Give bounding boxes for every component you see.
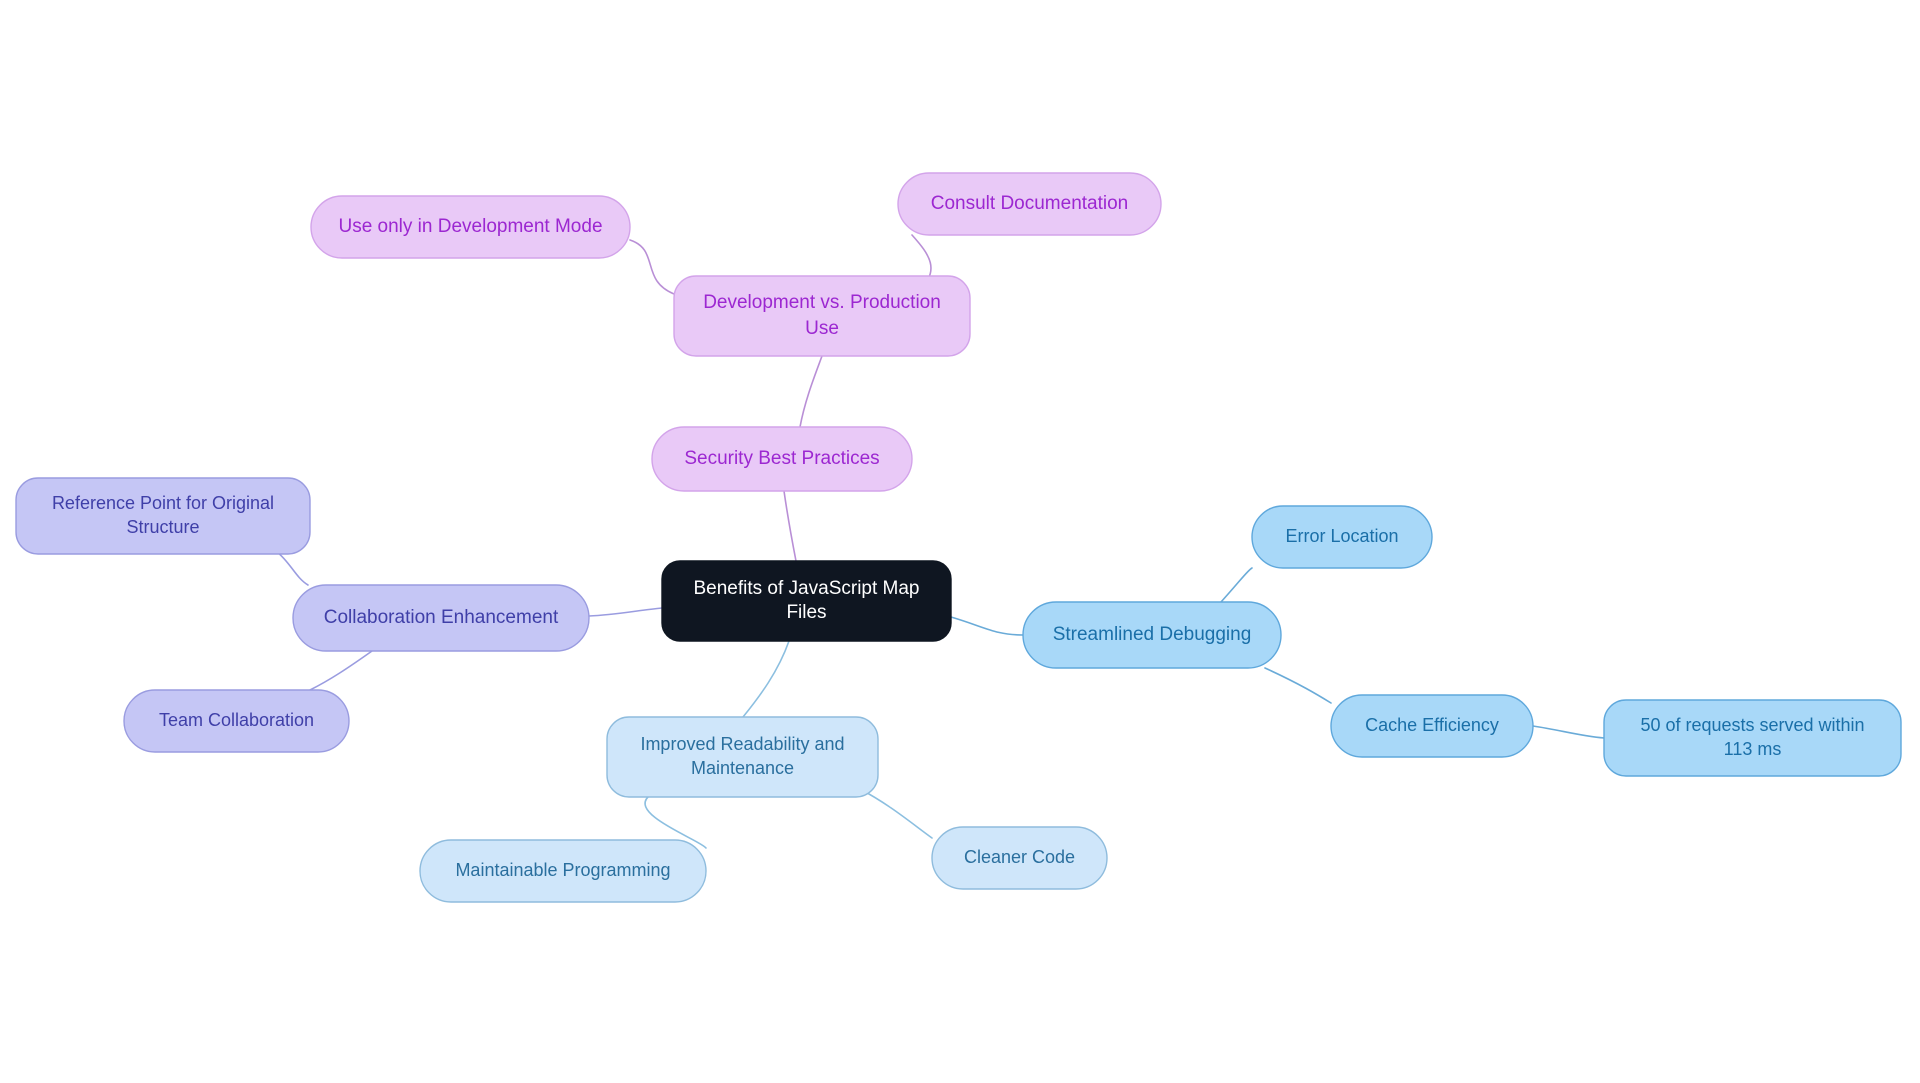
mindmap-node-root[interactable]: Benefits of JavaScript Map Files [661, 560, 952, 642]
node-label-line: Use only in Development Mode [338, 216, 602, 237]
mindmap-edge [1264, 667, 1332, 704]
node-label: Collaboration Enhancement [324, 607, 559, 628]
node-label-line: Cache Efficiency [1365, 715, 1499, 735]
node-label: Security Best Practices [684, 448, 879, 469]
mindmap-node-maintainable-programming[interactable]: Maintainable Programming [419, 839, 707, 903]
node-label-line: 113 ms [1724, 739, 1782, 759]
node-label: Streamlined Debugging [1053, 624, 1252, 645]
node-layer: Benefits of JavaScript Map Files Streamlin… [15, 172, 1902, 903]
node-label: Consult Documentation [931, 193, 1129, 214]
mindmap-node-dev-mode-only[interactable]: Use only in Development Mode [310, 195, 631, 259]
node-label-line: Cleaner Code [964, 847, 1075, 867]
node-label: Cleaner Code [964, 847, 1075, 867]
mindmap-node-streamlined-debugging[interactable]: Streamlined Debugging [1022, 601, 1282, 669]
mindmap-edge [1220, 567, 1253, 603]
mindmap-node-consult-documentation[interactable]: Consult Documentation [897, 172, 1162, 236]
mindmap-node-improved-readability[interactable]: Improved Readability and Maintenance [606, 716, 879, 798]
mindmap-node-error-location[interactable]: Error Location [1251, 505, 1433, 569]
node-label: Error Location [1285, 526, 1398, 546]
mindmap-node-team-collaboration[interactable]: Team Collaboration [123, 689, 350, 753]
mindmap-edge [950, 616, 1024, 636]
node-label-line: Development vs. Production [703, 292, 941, 313]
node-label-line: Files [786, 602, 826, 623]
node-shape[interactable] [661, 560, 952, 642]
node-label-line: Structure [126, 517, 199, 537]
mindmap-node-cleaner-code[interactable]: Cleaner Code [931, 826, 1108, 890]
node-label-line: Maintainable Programming [455, 860, 670, 880]
node-label-line: 50 of requests served within [1640, 715, 1864, 735]
node-label-line: Improved Readability and [640, 734, 844, 754]
mindmap-node-cache-stat[interactable]: 50 of requests served within 113 ms [1603, 699, 1902, 777]
mindmap-edge [1532, 725, 1605, 739]
node-label-line: Security Best Practices [684, 448, 879, 469]
node-shape[interactable] [673, 275, 971, 357]
mindmap-edge [588, 607, 663, 617]
mindmap-edge [276, 551, 309, 586]
mindmap-edge [309, 650, 373, 691]
node-label-line: Error Location [1285, 526, 1398, 546]
node-label: Cache Efficiency [1365, 715, 1499, 735]
node-label-line: Streamlined Debugging [1053, 624, 1252, 645]
mindmap-edge [799, 355, 823, 428]
node-label-line: Benefits of JavaScript Map [694, 578, 920, 599]
node-label: Use only in Development Mode [338, 216, 602, 237]
mindmap-edge [742, 640, 790, 718]
mindmap-canvas: Benefits of JavaScript Map Files Streamlin… [0, 0, 1920, 1083]
mindmap-node-dev-vs-prod[interactable]: Development vs. Production Use [673, 275, 971, 357]
node-label: Maintainable Programming [455, 860, 670, 880]
node-label-line: Use [805, 318, 839, 339]
mindmap-node-cache-efficiency[interactable]: Cache Efficiency [1330, 694, 1534, 758]
node-label: Team Collaboration [159, 710, 314, 730]
node-label-line: Reference Point for Original [52, 493, 274, 513]
node-label-line: Collaboration Enhancement [324, 607, 559, 628]
node-label-line: Team Collaboration [159, 710, 314, 730]
mindmap-edge [629, 239, 675, 295]
mindmap-edge [859, 788, 933, 839]
mindmap-node-collaboration-enhancement[interactable]: Collaboration Enhancement [292, 584, 590, 652]
mindmap-diagram: Benefits of JavaScript Map Files Streamlin… [15, 172, 1902, 903]
mindmap-edge [783, 490, 797, 562]
mindmap-node-reference-point[interactable]: Reference Point for Original Structure [15, 477, 311, 555]
mindmap-node-security-best-practices[interactable]: Security Best Practices [651, 426, 913, 492]
node-label-line: Consult Documentation [931, 193, 1129, 214]
node-label-line: Maintenance [691, 758, 794, 778]
